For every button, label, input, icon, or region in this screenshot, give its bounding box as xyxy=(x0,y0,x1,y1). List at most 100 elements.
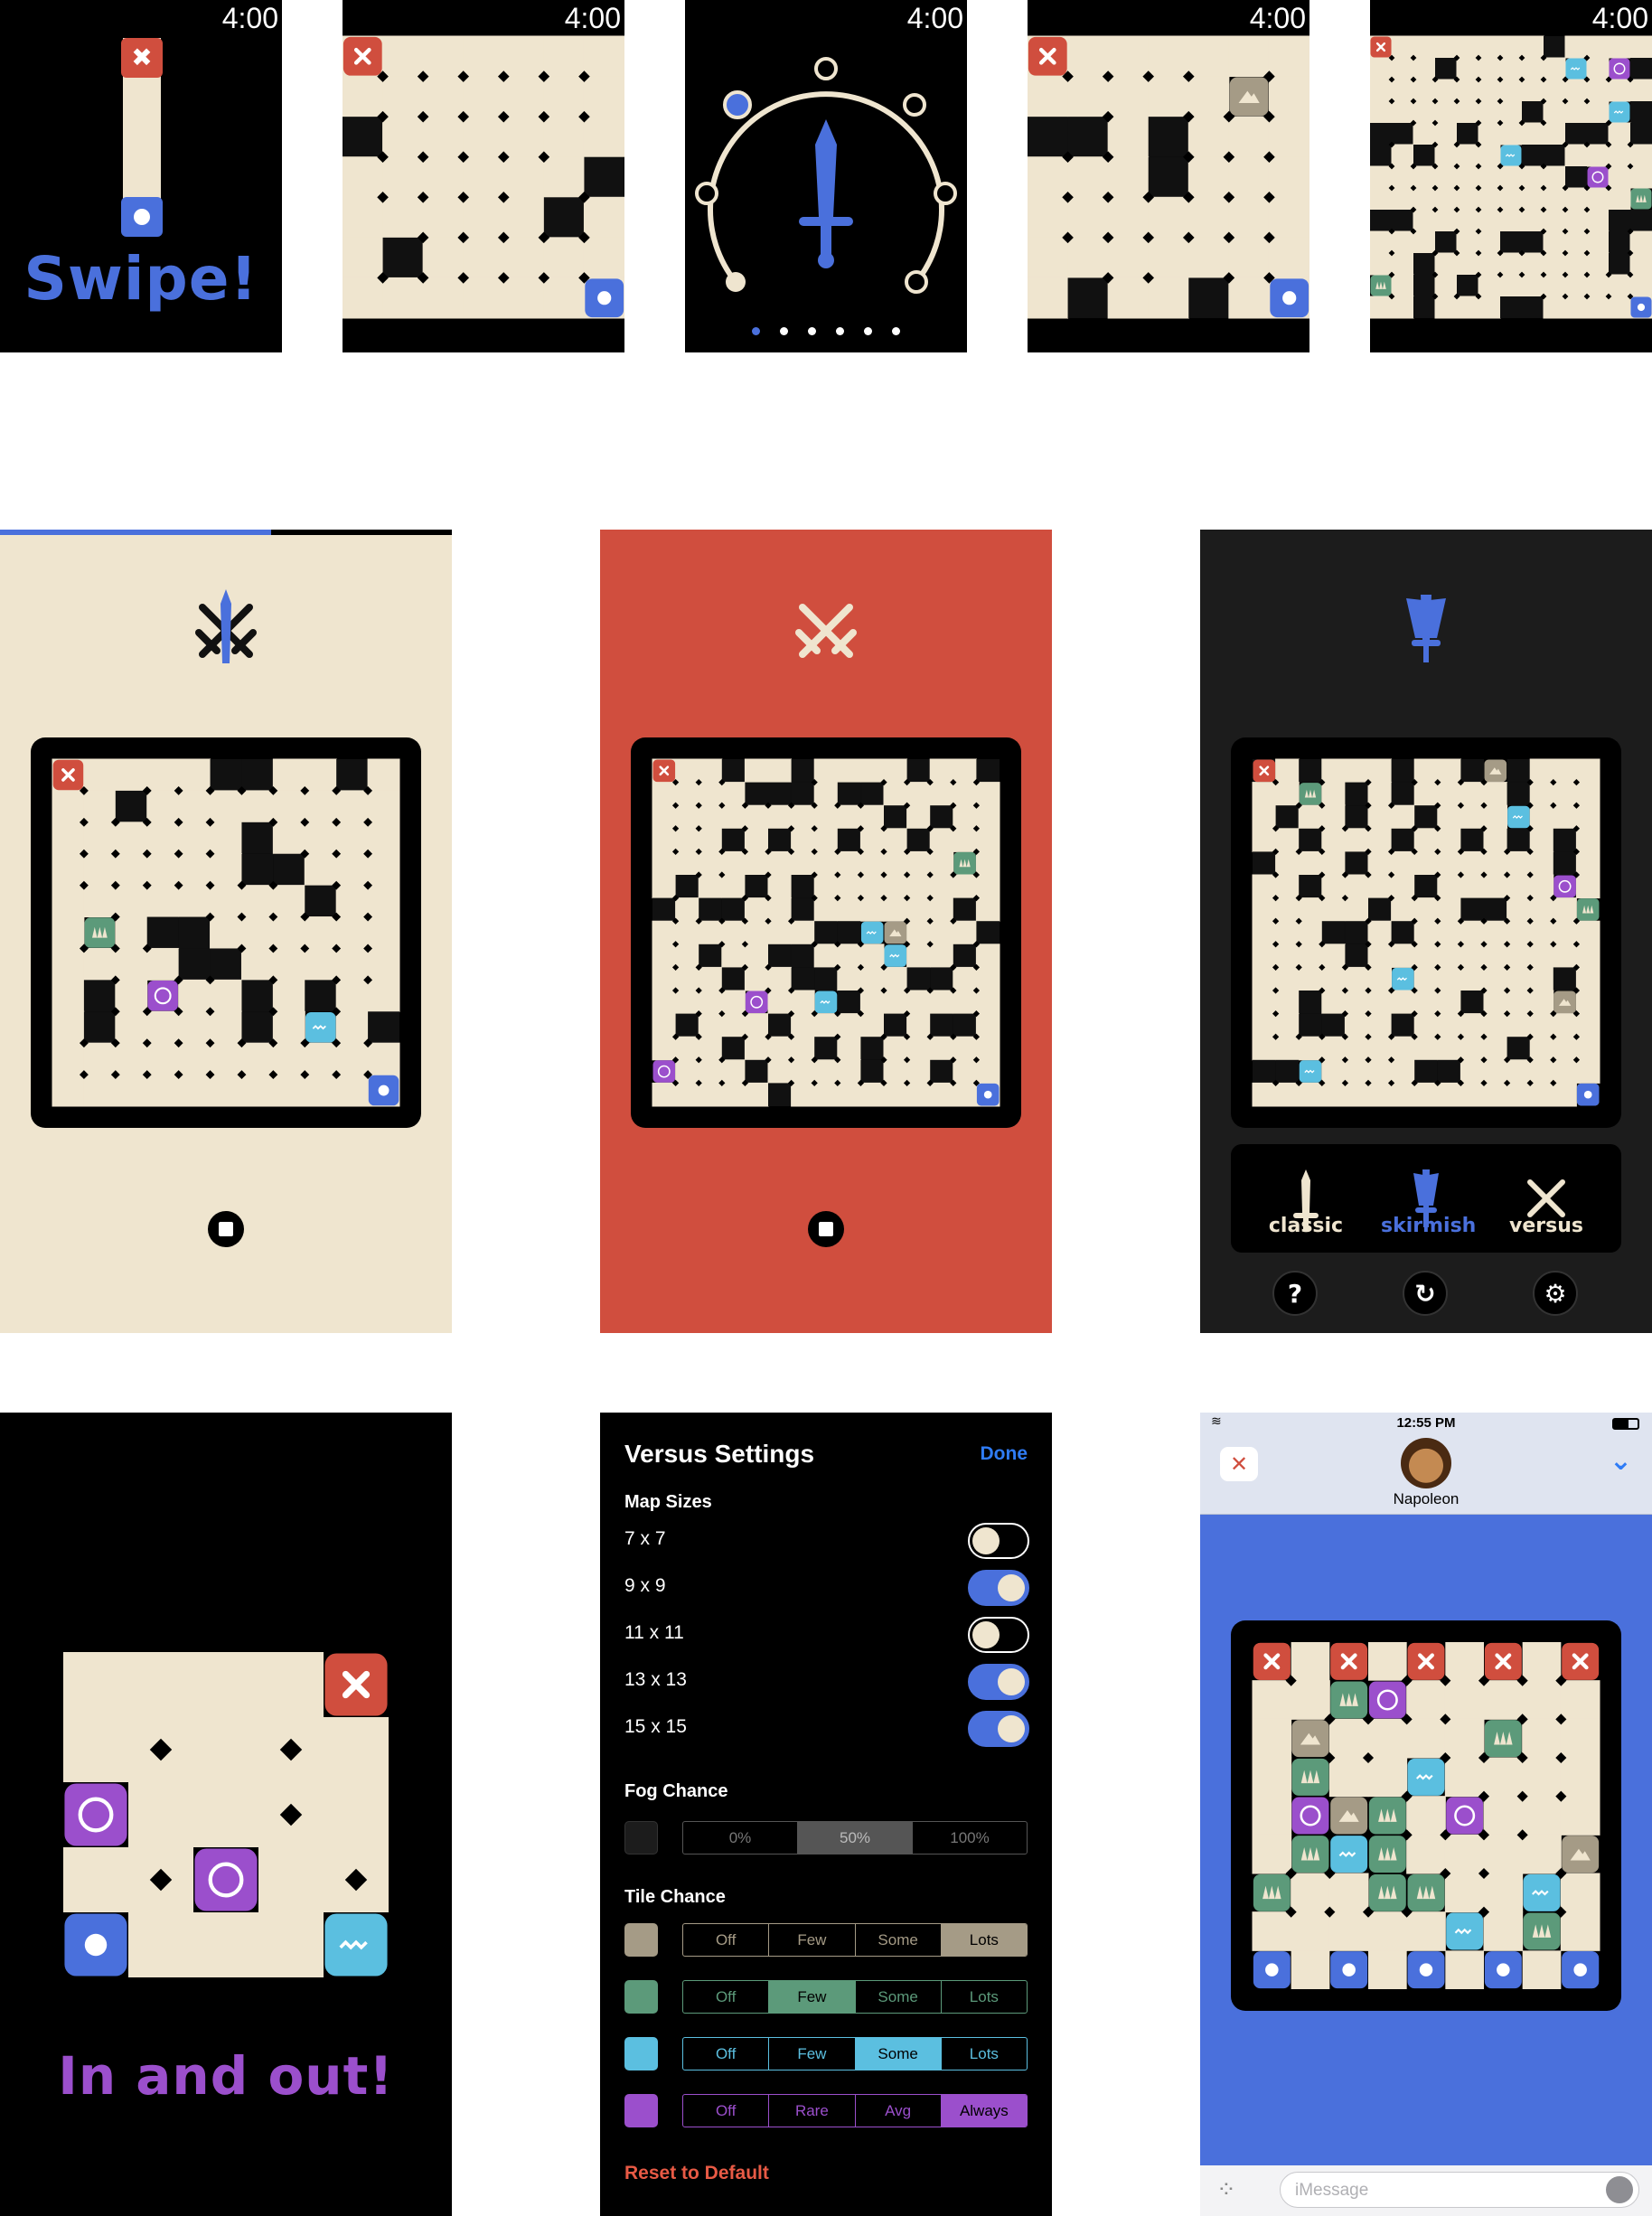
blue-home-tile[interactable] xyxy=(368,1075,399,1106)
forest-tile[interactable] xyxy=(84,917,116,948)
fog-option[interactable]: 0% xyxy=(683,1822,797,1854)
stop-button[interactable] xyxy=(208,1211,244,1247)
red-x-tile[interactable] xyxy=(652,759,676,783)
blue-home-tile[interactable] xyxy=(1407,1951,1445,1989)
blue-home-tile[interactable] xyxy=(585,278,624,318)
watch-board-small[interactable] xyxy=(1028,0,1309,352)
portal-tile[interactable] xyxy=(1553,875,1576,898)
blue-home-tile[interactable] xyxy=(64,1913,127,1977)
blue-home-tile[interactable] xyxy=(1484,1951,1522,1989)
done-button[interactable]: Done xyxy=(981,1443,1028,1465)
stop-button[interactable] xyxy=(808,1211,844,1247)
mode-skirmish[interactable]: skirmish xyxy=(1381,1215,1476,1237)
mountain-tile[interactable] xyxy=(884,921,907,944)
tile-chance-option[interactable]: Some xyxy=(854,1981,941,2013)
blue-home-tile[interactable] xyxy=(1562,1951,1600,1989)
water-tile[interactable] xyxy=(1299,1060,1322,1083)
portal-tile[interactable] xyxy=(64,1783,127,1846)
water-tile[interactable] xyxy=(1446,1912,1484,1950)
tile-chance-option[interactable]: Lots xyxy=(940,1924,1027,1956)
water-tile[interactable] xyxy=(1500,145,1522,166)
tile-chance-option[interactable]: Lots xyxy=(940,1981,1027,2013)
portal-tile[interactable] xyxy=(1368,1681,1406,1719)
tile-chance-option[interactable]: Few xyxy=(768,1924,854,1956)
tile-chance-option[interactable]: Few xyxy=(768,1981,855,2013)
blue-home-tile[interactable] xyxy=(1330,1951,1368,1989)
water-tile[interactable] xyxy=(1523,1873,1561,1911)
forest-tile[interactable] xyxy=(1523,1912,1561,1950)
watch-maze-board[interactable] xyxy=(343,0,624,352)
forest-tile[interactable] xyxy=(1484,1720,1522,1758)
water-tile[interactable] xyxy=(1330,1836,1368,1873)
tile-chance-control[interactable]: Off Rare Avg Always xyxy=(682,2094,1028,2127)
forest-tile[interactable] xyxy=(1407,1873,1445,1911)
red-x-tile[interactable] xyxy=(324,1653,388,1716)
red-x-tile[interactable] xyxy=(1484,1642,1522,1680)
red-x-tile[interactable] xyxy=(1028,36,1067,76)
blue-home-tile[interactable] xyxy=(1253,1951,1291,1989)
forest-tile[interactable] xyxy=(1576,898,1600,921)
red-x-tile[interactable] xyxy=(1253,1642,1291,1680)
map-size-toggle[interactable] xyxy=(968,1617,1029,1653)
forest-tile[interactable] xyxy=(953,851,976,875)
map-size-toggle[interactable] xyxy=(968,1711,1029,1747)
restart-button[interactable]: ↻ xyxy=(1403,1271,1448,1316)
forest-tile[interactable] xyxy=(1368,1797,1406,1835)
forest-tile[interactable] xyxy=(1330,1681,1368,1719)
fog-segmented-control[interactable]: 0% 50% 100% xyxy=(682,1821,1028,1854)
reset-button[interactable]: Reset to Default xyxy=(624,2163,769,2184)
water-tile[interactable] xyxy=(1407,1758,1445,1796)
red-x-tile[interactable] xyxy=(1253,759,1276,783)
water-tile[interactable] xyxy=(884,944,907,967)
map-size-toggle[interactable] xyxy=(968,1523,1029,1559)
map-size-toggle[interactable] xyxy=(968,1570,1029,1606)
water-tile[interactable] xyxy=(305,1011,336,1043)
mode-versus[interactable]: versus xyxy=(1501,1215,1591,1237)
tile-chance-option[interactable]: Always xyxy=(940,2095,1027,2127)
map-size-toggle[interactable] xyxy=(968,1664,1029,1700)
water-tile[interactable] xyxy=(1565,58,1587,80)
forest-tile[interactable] xyxy=(1291,1758,1329,1796)
watch-board-large[interactable] xyxy=(1370,0,1652,352)
tile-chance-option[interactable]: Off xyxy=(683,2038,768,2070)
tile-chance-option[interactable]: Rare xyxy=(768,2095,854,2127)
tile-chance-option[interactable]: Off xyxy=(683,2095,768,2127)
tile-chance-option[interactable]: Some xyxy=(854,1924,941,1956)
mountain-tile[interactable] xyxy=(1330,1797,1368,1835)
message-input[interactable]: iMessage xyxy=(1280,2172,1639,2208)
water-tile[interactable] xyxy=(324,1913,388,1977)
help-button[interactable]: ? xyxy=(1272,1271,1318,1316)
red-x-tile[interactable] xyxy=(343,36,382,76)
fog-option[interactable]: 100% xyxy=(912,1822,1027,1854)
water-tile[interactable] xyxy=(814,991,838,1014)
portal-tile[interactable] xyxy=(1446,1797,1484,1835)
blue-home-tile[interactable] xyxy=(1576,1083,1600,1106)
portal-tile[interactable] xyxy=(1609,58,1630,80)
red-x-tile[interactable] xyxy=(1370,36,1392,58)
red-x-tile[interactable] xyxy=(1407,1642,1445,1680)
tile-chance-option[interactable]: Lots xyxy=(940,2038,1027,2070)
tile-chance-control[interactable]: Off Few Some Lots xyxy=(682,2037,1028,2070)
forest-tile[interactable] xyxy=(1370,275,1392,296)
settings-button[interactable]: ⚙ xyxy=(1533,1271,1578,1316)
water-tile[interactable] xyxy=(1392,967,1414,991)
forest-tile[interactable] xyxy=(1291,1836,1329,1873)
portal-tile[interactable] xyxy=(1291,1797,1329,1835)
forest-tile[interactable] xyxy=(1299,783,1322,805)
water-tile[interactable] xyxy=(860,921,884,944)
forest-tile[interactable] xyxy=(1368,1836,1406,1873)
blue-home-tile[interactable] xyxy=(1270,278,1309,318)
tile-chance-option[interactable]: Avg xyxy=(854,2095,941,2127)
microphone-icon[interactable] xyxy=(1606,2176,1633,2203)
tile-chance-option[interactable]: Off xyxy=(683,1924,768,1956)
fog-option[interactable]: 50% xyxy=(797,1822,912,1854)
blue-home-tile[interactable] xyxy=(976,1083,1000,1106)
tile-chance-option[interactable]: Few xyxy=(768,2038,854,2070)
blue-home-tile[interactable] xyxy=(1630,296,1652,318)
imessage-board[interactable] xyxy=(1200,1413,1652,2216)
portal-tile[interactable] xyxy=(194,1848,258,1911)
red-x-tile[interactable] xyxy=(1562,1642,1600,1680)
tile-chance-control[interactable]: Off Few Some Lots xyxy=(682,1923,1028,1957)
forest-tile[interactable] xyxy=(1368,1873,1406,1911)
level-dial[interactable] xyxy=(685,0,967,352)
